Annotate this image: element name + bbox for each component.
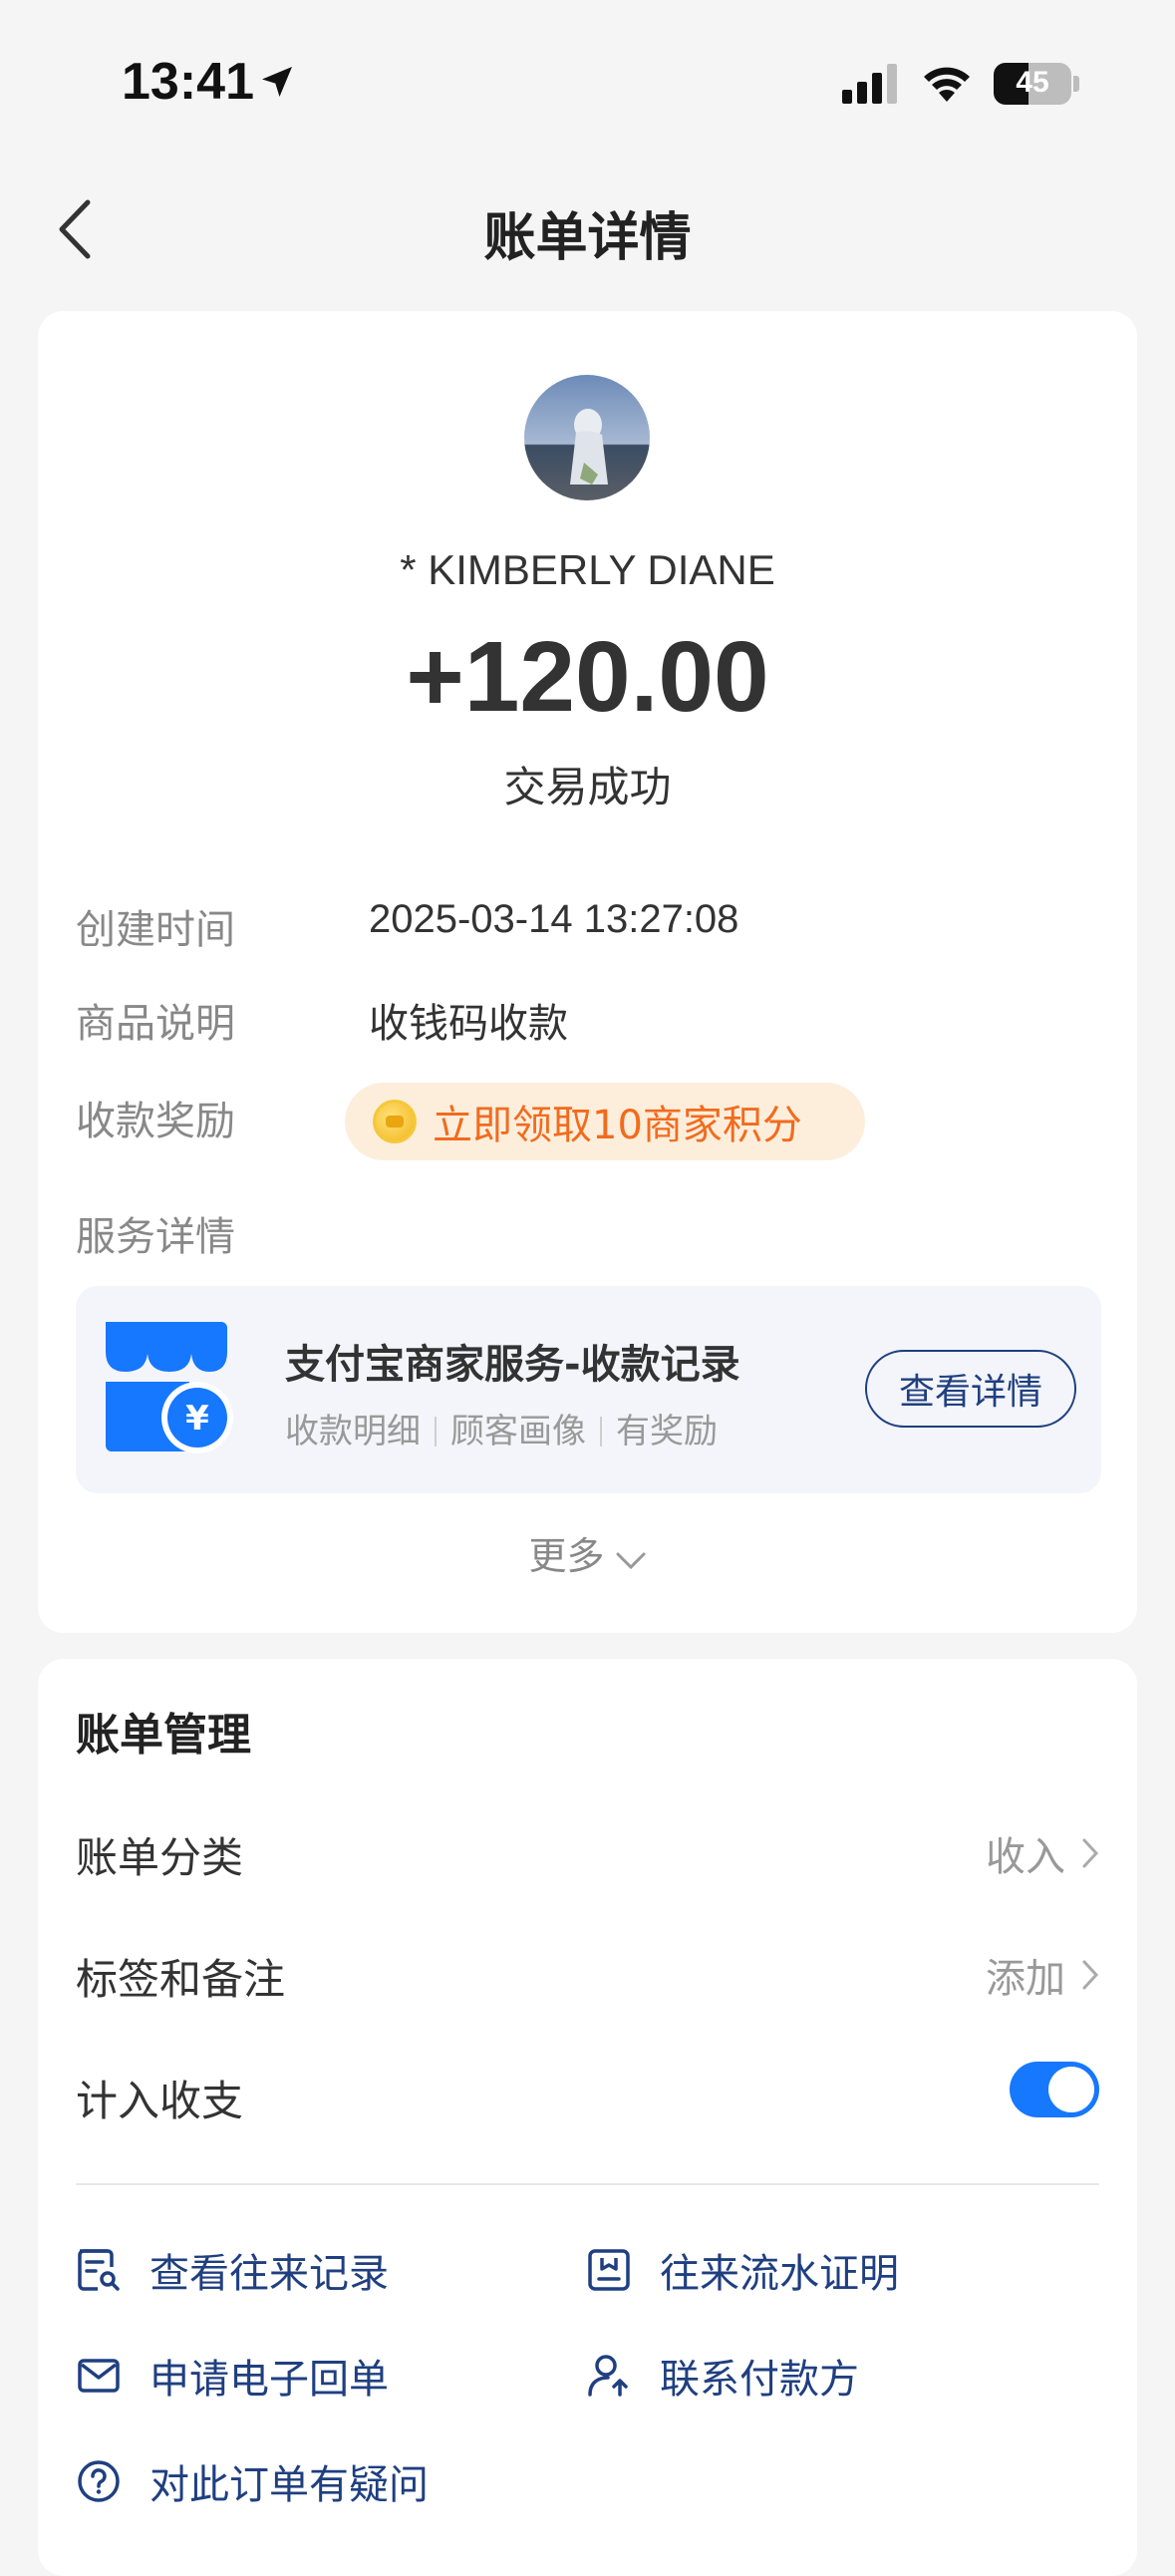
tags-notes-value: 添加 bbox=[986, 1956, 1065, 2002]
statement-label: 往来流水证明 bbox=[660, 2251, 899, 2297]
transaction-status: 交易成功 bbox=[503, 763, 672, 811]
status-time: 13:41 bbox=[122, 53, 254, 111]
question-link[interactable]: 对此订单有疑问 bbox=[76, 2452, 429, 2510]
avatar[interactable] bbox=[524, 375, 650, 500]
statement-link[interactable]: 往来流水证明 bbox=[586, 2241, 899, 2299]
merchant-service-card[interactable]: ¥ 支付宝商家服务-收款记录 收款明细 顾客画像 有奖励 查看详情 bbox=[76, 1286, 1101, 1493]
user-arrow-icon bbox=[588, 2355, 628, 2397]
bill-category-selector[interactable]: 收入 bbox=[986, 1824, 1099, 1882]
view-details-button[interactable]: 查看详情 bbox=[865, 1350, 1076, 1428]
page-title: 账单详情 bbox=[483, 208, 692, 268]
mail-icon bbox=[78, 2359, 120, 2393]
nav-bar: 账单详情 bbox=[0, 169, 1175, 284]
transaction-amount: +120.00 bbox=[406, 621, 769, 733]
include-in-balance-label: 计入收支 bbox=[76, 2077, 244, 2125]
service-tags: 收款明细 顾客画像 有奖励 bbox=[285, 1404, 718, 1452]
product-value: 收钱码收款 bbox=[369, 1001, 568, 1047]
bill-category-label: 账单分类 bbox=[76, 1833, 244, 1882]
bill-category-value: 收入 bbox=[986, 1834, 1065, 1880]
coin-icon bbox=[373, 1100, 417, 1143]
status-bar: 13:41 45 bbox=[0, 0, 1175, 169]
payer-name: * KIMBERLY DIANE bbox=[400, 546, 775, 593]
chevron-down-icon bbox=[616, 1552, 645, 1570]
certificate-icon bbox=[588, 2249, 630, 2291]
svg-text:¥: ¥ bbox=[185, 1399, 209, 1439]
created-time-value: 2025-03-14 13:27:08 bbox=[369, 897, 739, 941]
more-button[interactable]: 更多 bbox=[38, 1525, 1137, 1580]
reward-text: 立即领取10商家积分 bbox=[433, 1103, 802, 1148]
chevron-right-icon bbox=[1082, 1960, 1099, 1990]
e-receipt-link[interactable]: 申请电子回单 bbox=[76, 2347, 389, 2405]
transaction-card: * KIMBERLY DIANE +120.00 交易成功 创建时间 2025-… bbox=[38, 311, 1137, 1633]
shop-icon: ¥ bbox=[100, 1322, 235, 1461]
section-title: 账单管理 bbox=[76, 1710, 251, 1761]
view-records-link[interactable]: 查看往来记录 bbox=[76, 2241, 389, 2299]
contact-payer-label: 联系付款方 bbox=[660, 2357, 859, 2403]
document-search-icon bbox=[78, 2249, 120, 2291]
chevron-right-icon bbox=[1082, 1838, 1099, 1868]
view-records-label: 查看往来记录 bbox=[149, 2251, 389, 2297]
tags-notes-add[interactable]: 添加 bbox=[986, 1946, 1099, 2004]
service-tag: 收款明细 bbox=[285, 1412, 421, 1451]
service-title: 支付宝商家服务-收款记录 bbox=[285, 1342, 740, 1388]
reward-label: 收款奖励 bbox=[76, 1099, 235, 1144]
e-receipt-label: 申请电子回单 bbox=[149, 2357, 389, 2403]
location-arrow-icon bbox=[257, 62, 297, 106]
bill-management-card: 账单管理 账单分类 收入 标签和备注 添加 计入收支 查看往来记录 往来流水证明 bbox=[38, 1659, 1137, 2576]
service-tag: 有奖励 bbox=[616, 1412, 718, 1451]
service-label: 服务详情 bbox=[76, 1214, 235, 1260]
battery-icon: 45 bbox=[994, 63, 1071, 105]
service-tag: 顾客画像 bbox=[450, 1412, 586, 1451]
question-icon bbox=[78, 2460, 120, 2502]
battery-percent: 45 bbox=[1016, 66, 1049, 99]
created-time-label: 创建时间 bbox=[76, 907, 235, 953]
question-label: 对此订单有疑问 bbox=[149, 2462, 429, 2508]
product-label: 商品说明 bbox=[76, 1001, 235, 1047]
reward-claim-button[interactable]: 立即领取10商家积分 bbox=[345, 1083, 865, 1160]
contact-payer-link[interactable]: 联系付款方 bbox=[586, 2347, 859, 2405]
wifi-icon bbox=[920, 62, 974, 108]
more-label: 更多 bbox=[528, 1534, 605, 1578]
tags-notes-label: 标签和备注 bbox=[76, 1955, 286, 2004]
cellular-signal-icon bbox=[842, 64, 900, 108]
divider bbox=[76, 2183, 1099, 2185]
include-in-balance-toggle[interactable] bbox=[1010, 2062, 1099, 2117]
